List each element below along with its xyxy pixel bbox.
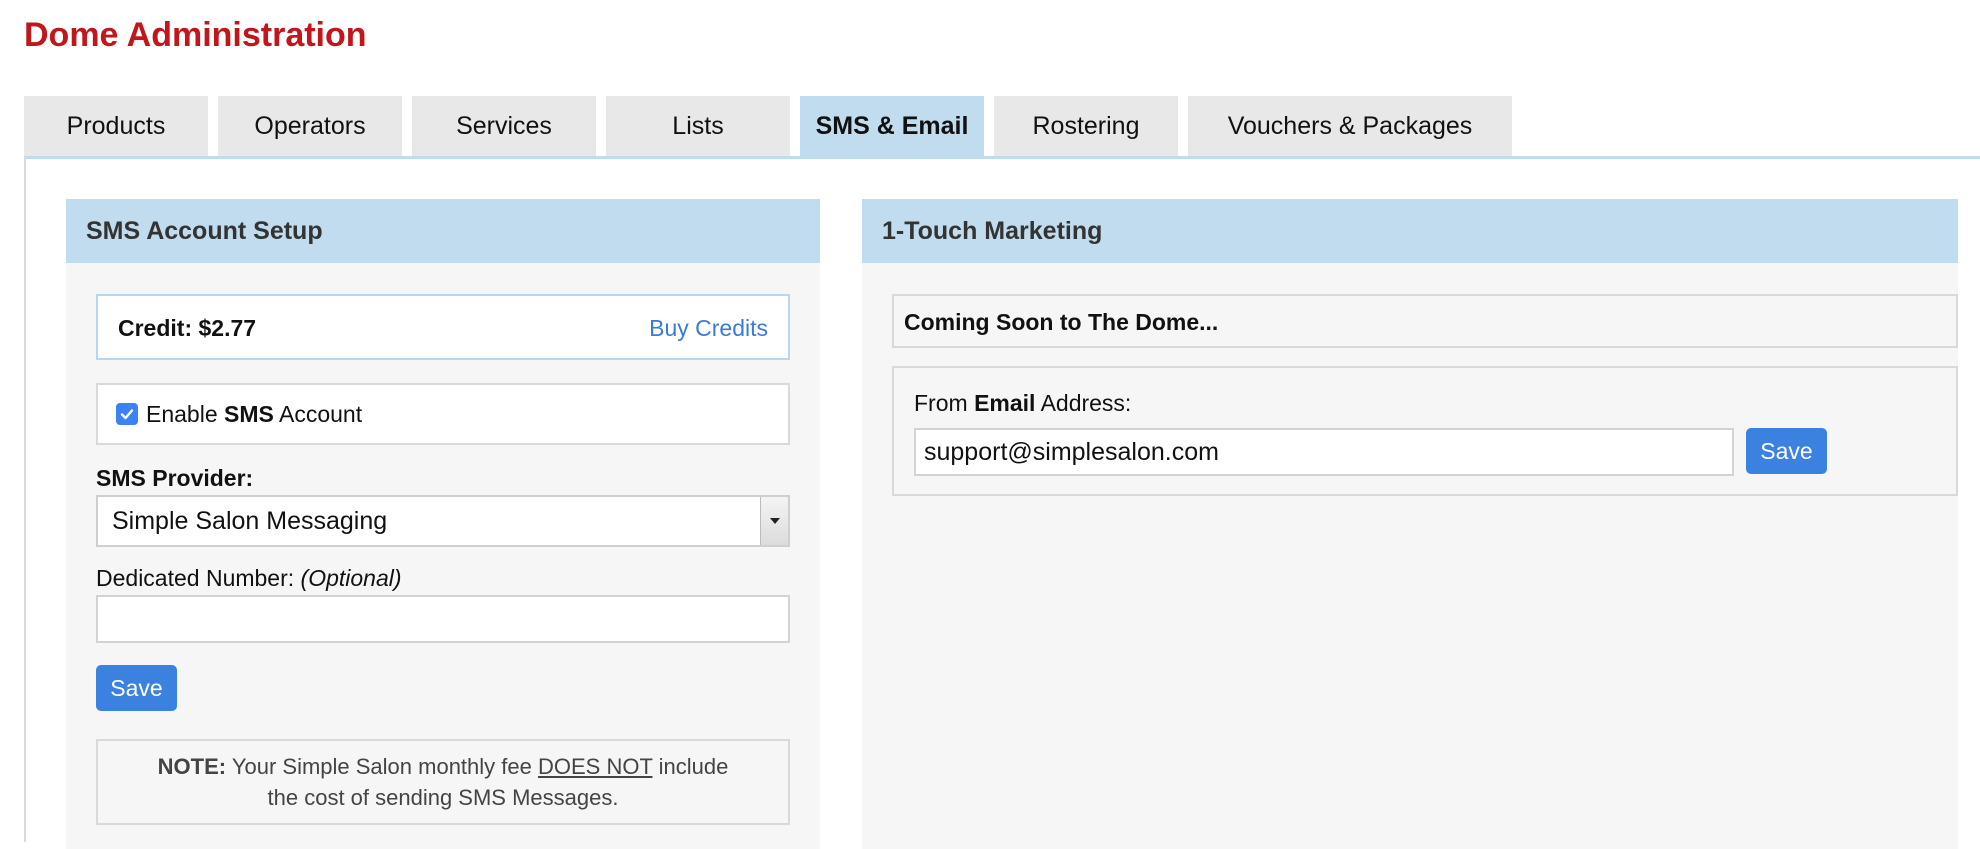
from-email-label: From Email Address: [914, 390, 1131, 417]
sms-provider-select[interactable]: Simple Salon Messaging [96, 495, 790, 547]
credit-label-text: Credit: [118, 315, 193, 341]
buy-credits-link[interactable]: Buy Credits [649, 315, 768, 342]
sms-panel-header: SMS Account Setup [66, 199, 820, 263]
note-text-1: Your Simple Salon monthly fee [231, 754, 532, 779]
tab-vouchers-packages[interactable]: Vouchers & Packages [1188, 96, 1512, 156]
marketing-panel: 1-Touch Marketing Coming Soon to The Dom… [862, 199, 1958, 849]
dedicated-number-optional: (Optional) [300, 565, 402, 591]
tab-products[interactable]: Products [24, 96, 208, 156]
from-email-suffix: Address: [1040, 390, 1132, 416]
enable-sms-prefix: Enable [146, 401, 218, 427]
sms-note-box: NOTE: Your Simple Salon monthly fee DOES… [96, 739, 790, 825]
from-email-input[interactable] [914, 428, 1734, 476]
from-email-bold: Email [974, 390, 1036, 416]
sms-note-line-1: NOTE: Your Simple Salon monthly fee DOES… [98, 751, 788, 782]
enable-sms-checkbox[interactable] [116, 403, 138, 425]
dedicated-number-input[interactable] [96, 595, 790, 643]
tab-services[interactable]: Services [412, 96, 596, 156]
note-bold: NOTE: [157, 754, 227, 779]
credit-value: $2.77 [198, 315, 257, 341]
tab-lists[interactable]: Lists [606, 96, 790, 156]
from-email-prefix: From [914, 390, 968, 416]
email-save-button[interactable]: Save [1746, 428, 1827, 474]
tab-operators[interactable]: Operators [218, 96, 402, 156]
sms-account-panel: SMS Account Setup Credit: $2.77 Buy Cred… [66, 199, 820, 849]
credit-box: Credit: $2.77 Buy Credits [96, 294, 790, 360]
from-email-box: From Email Address: Save [892, 366, 1958, 496]
check-icon [120, 409, 134, 420]
credit-label: Credit: $2.77 [118, 315, 256, 342]
dedicated-number-label: Dedicated Number: (Optional) [96, 565, 402, 592]
sms-save-button[interactable]: Save [96, 665, 177, 711]
page-title: Dome Administration [24, 16, 367, 54]
note-text-2: include [658, 754, 729, 779]
enable-sms-bold: SMS [224, 401, 274, 427]
marketing-panel-header: 1-Touch Marketing [862, 199, 1958, 263]
content-area: SMS Account Setup Credit: $2.77 Buy Cred… [24, 156, 1980, 849]
chevron-down-icon[interactable] [760, 497, 788, 545]
tab-rostering[interactable]: Rostering [994, 96, 1178, 156]
enable-sms-suffix: Account [278, 401, 363, 427]
dedicated-number-text: Dedicated Number: [96, 565, 295, 591]
coming-soon-box: Coming Soon to The Dome... [892, 294, 1958, 348]
coming-soon-text: Coming Soon to The Dome... [904, 309, 1219, 335]
enable-sms-row: Enable SMS Account [96, 383, 790, 445]
tab-sms-email[interactable]: SMS & Email [800, 96, 984, 156]
sms-provider-label: SMS Provider: [96, 465, 254, 491]
enable-sms-label: Enable SMS Account [146, 401, 362, 428]
note-underline: DOES NOT [537, 754, 653, 779]
sms-provider-value: Simple Salon Messaging [112, 506, 388, 535]
sms-note-line-2: the cost of sending SMS Messages. [267, 785, 619, 810]
